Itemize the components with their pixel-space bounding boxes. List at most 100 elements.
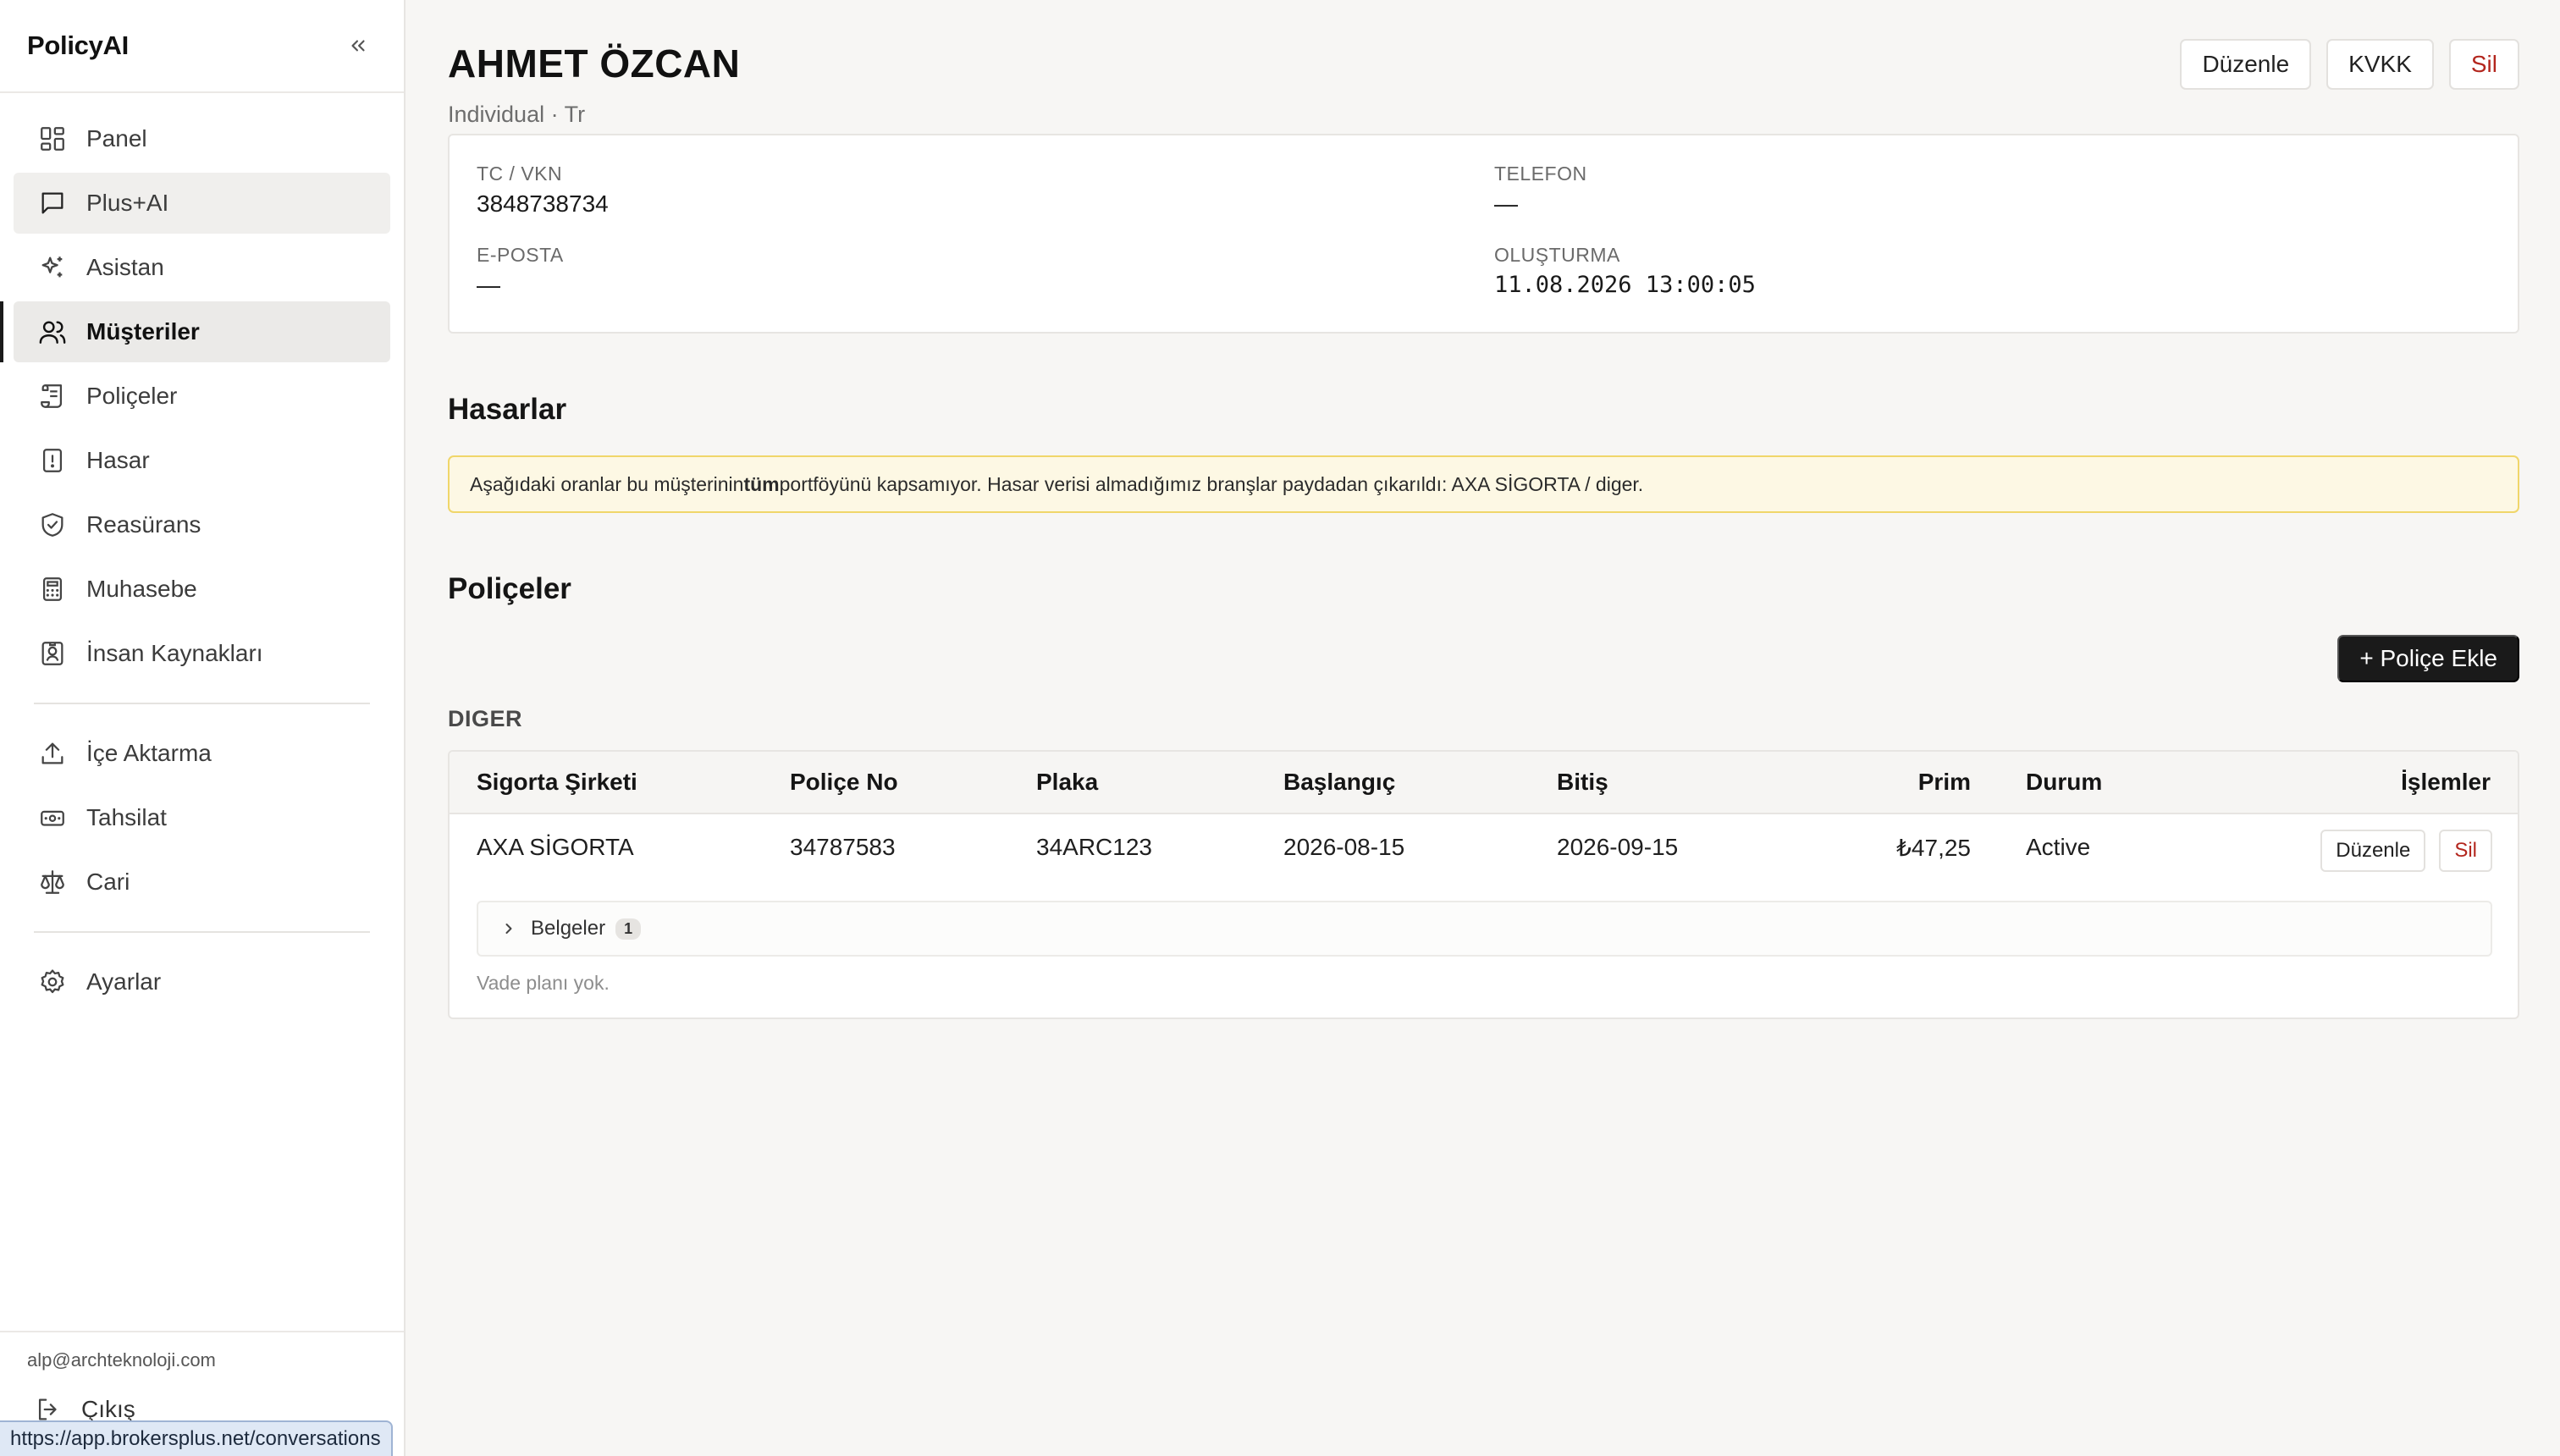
collapse-sidebar-icon[interactable] (339, 27, 377, 64)
sidebar: PolicyAI Panel Plus+AI Asistan Müşterile… (0, 0, 406, 1456)
sidebar-item-label: Cari (86, 869, 130, 895)
status-bar-url: https://app.brokersplus.net/conversation… (0, 1420, 393, 1456)
cell-plate: 34ARC123 (1036, 834, 1152, 860)
claims-section-title: Hasarlar (448, 393, 567, 426)
user-email: alp@archteknoloji.com (27, 1349, 216, 1371)
col-policy-no: Poliçe No (790, 769, 898, 795)
col-status: Durum (2026, 769, 2103, 795)
policies-table: Sigorta Şirketi Poliçe No Plaka Başlangı… (448, 750, 2519, 1019)
edit-policy-button[interactable]: Düzenle (2320, 830, 2426, 872)
sidebar-item-asistan[interactable]: Asistan (14, 237, 390, 298)
delete-customer-button[interactable]: Sil (2448, 39, 2519, 90)
cell-premium: ₺47,25 (1896, 835, 1971, 861)
phone-value: — (1494, 190, 1518, 217)
page-title: AHMET ÖZCAN (448, 41, 741, 85)
sidebar-item-plus-ai[interactable]: Plus+AI (14, 173, 390, 234)
nav-divider (34, 931, 370, 933)
nav-divider (34, 703, 370, 704)
users-icon (37, 317, 68, 347)
cell-start: 2026-08-15 (1283, 834, 1405, 860)
sidebar-item-label: Müşteriler (86, 318, 200, 345)
sidebar-item-ayarlar[interactable]: Ayarlar (14, 951, 390, 1012)
chat-icon (37, 188, 68, 218)
sparkles-icon (37, 252, 68, 283)
logout-label: Çıkış (81, 1396, 135, 1422)
sidebar-item-label: Tahsilat (86, 804, 167, 830)
delete-policy-button[interactable]: Sil (2439, 830, 2492, 872)
sidebar-item-panel[interactable]: Panel (14, 108, 390, 169)
chevron-right-icon (505, 924, 512, 934)
col-actions: İşlemler (2401, 769, 2491, 795)
sidebar-item-label: Muhasebe (86, 576, 197, 602)
warning-text-bold: tüm (743, 472, 780, 495)
customer-type: Individual · Tr (448, 102, 586, 127)
scroll-icon (37, 381, 68, 411)
cell-status: Active (2026, 834, 2091, 860)
cell-company: AXA SİGORTA (477, 834, 634, 860)
warning-text-pre: Aşağıdaki oranlar bu müşterinin (470, 472, 744, 495)
sidebar-item-label: Asistan (86, 254, 164, 280)
sidebar-item-hasar[interactable]: Hasar (14, 430, 390, 491)
sidebar-item-musteriler[interactable]: Müşteriler (0, 301, 390, 362)
sidebar-item-policeler[interactable]: Poliçeler (14, 366, 390, 427)
col-company: Sigorta Şirketi (477, 769, 637, 795)
sidebar-item-cari[interactable]: Cari (14, 852, 390, 913)
logout-icon (38, 1398, 57, 1420)
sidebar-item-label: Hasar (86, 447, 150, 473)
sidebar-header: PolicyAI (0, 0, 404, 93)
header-actions: Düzenle KVKK Sil (2180, 39, 2519, 90)
kvkk-button[interactable]: KVKK (2326, 39, 2434, 90)
policy-group-label: DIGER (448, 706, 523, 731)
col-premium: Prim (1917, 769, 1971, 795)
customer-info-card: TC / VKN 3848738734 TELEFON — E-POSTA — … (448, 134, 2519, 334)
sidebar-nav: Panel Plus+AI Asistan Müşteriler Poliçel… (0, 93, 404, 1012)
cell-end: 2026-09-15 (1557, 834, 1679, 860)
calculator-icon (37, 574, 68, 604)
row-actions: Düzenle Sil (2320, 830, 2492, 872)
sidebar-item-label: İnsan Kaynakları (86, 640, 263, 666)
sidebar-item-label: Panel (86, 125, 147, 152)
created-field: OLUŞTURMA 11.08.2026 13:00:05 (1494, 244, 1756, 298)
sidebar-item-label: Poliçeler (86, 383, 178, 409)
sidebar-item-insan-kaynaklari[interactable]: İnsan Kaynakları (14, 623, 390, 684)
sidebar-item-label: Ayarlar (86, 968, 162, 995)
documents-toggle[interactable]: Belgeler 1 (477, 901, 2492, 957)
add-policy-button[interactable]: + Poliçe Ekle (2337, 635, 2519, 682)
sidebar-item-reasurans[interactable]: Reasürans (14, 494, 390, 555)
col-plate: Plaka (1036, 769, 1099, 795)
upload-icon (37, 738, 68, 769)
documents-label: Belgeler (531, 917, 606, 940)
shield-check-icon (37, 510, 68, 540)
email-label: E-POSTA (477, 244, 564, 266)
sidebar-item-label: Reasürans (86, 511, 201, 538)
sidebar-item-tahsilat[interactable]: Tahsilat (14, 787, 390, 848)
tc-value: 3848738734 (477, 190, 609, 217)
claims-warning-banner: Aşağıdaki oranlar bu müşterinin tüm port… (448, 455, 2519, 513)
scale-icon (37, 867, 68, 897)
phone-field: TELEFON — (1494, 163, 1587, 218)
tc-label: TC / VKN (477, 163, 563, 185)
brand-logo[interactable]: PolicyAI (27, 30, 129, 61)
sidebar-item-ice-aktarma[interactable]: İçe Aktarma (14, 723, 390, 784)
sidebar-item-muhasebe[interactable]: Muhasebe (14, 559, 390, 620)
phone-label: TELEFON (1494, 163, 1587, 185)
tc-field: TC / VKN 3848738734 (477, 163, 609, 218)
dashboard-icon (37, 124, 68, 154)
email-value: — (477, 272, 500, 298)
banknote-icon (37, 802, 68, 833)
alert-file-icon (37, 445, 68, 476)
table-header: Sigorta Şirketi Poliçe No Plaka Başlangı… (450, 752, 2518, 814)
logout-button[interactable]: Çıkış (34, 1395, 135, 1424)
policies-section-title: Poliçeler (448, 572, 571, 605)
email-field: E-POSTA — (477, 244, 564, 299)
cell-policy-no[interactable]: 34787583 (790, 834, 896, 861)
sidebar-item-label: İçe Aktarma (86, 740, 212, 766)
id-badge-icon (37, 638, 68, 669)
no-payment-plan-text: Vade planı yok. (477, 972, 610, 994)
edit-customer-button[interactable]: Düzenle (2180, 39, 2312, 90)
created-label: OLUŞTURMA (1494, 244, 1620, 266)
col-start: Başlangıç (1283, 769, 1396, 795)
sidebar-item-label: Plus+AI (86, 190, 169, 216)
col-end: Bitiş (1557, 769, 1608, 795)
warning-text-post: portföyünü kapsamıyor. Hasar verisi alma… (779, 472, 1644, 495)
